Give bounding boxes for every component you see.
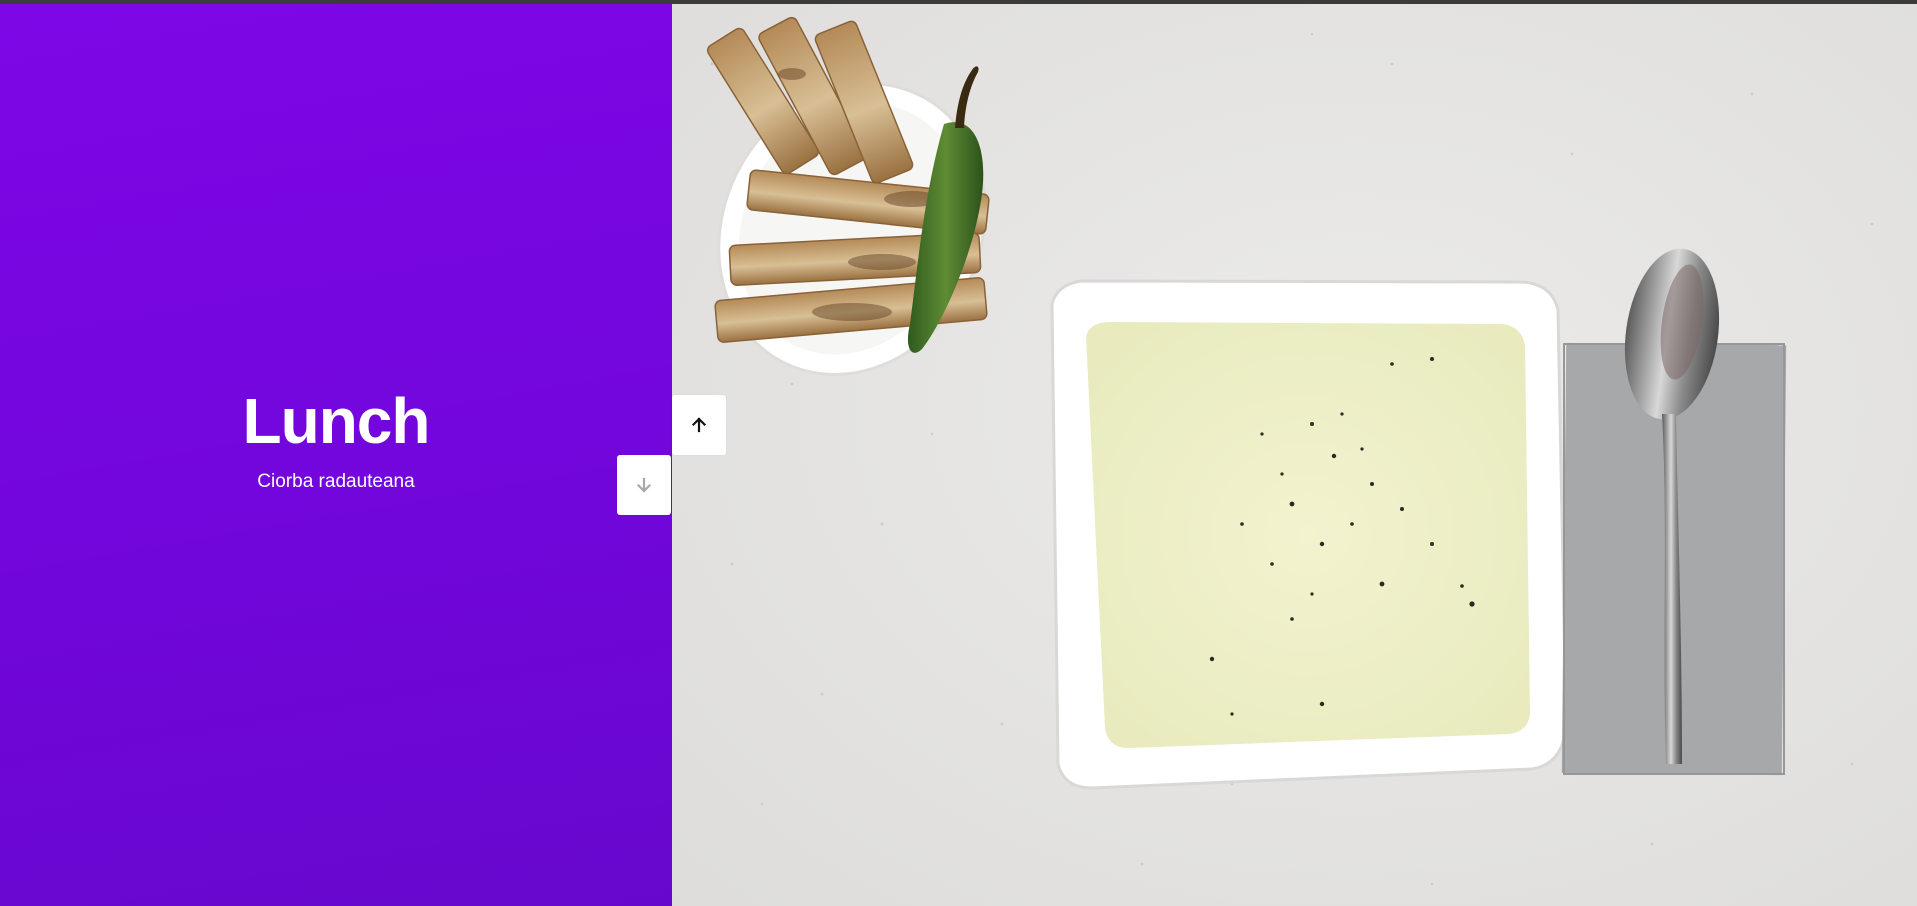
slide-up-button[interactable] (672, 395, 726, 455)
top-border (0, 0, 1917, 4)
text-panel: Lunch Ciorba radauteana (0, 4, 672, 906)
slide-down-button[interactable] (617, 455, 671, 515)
arrow-up-icon (691, 417, 707, 433)
slide-title: Lunch (242, 385, 431, 457)
slide-subtitle: Ciorba radauteana (257, 471, 415, 492)
split-slider: Lunch Ciorba radauteana (0, 4, 1917, 906)
food-photo (672, 4, 1917, 906)
arrow-down-icon (636, 477, 652, 493)
image-panel (672, 4, 1917, 906)
